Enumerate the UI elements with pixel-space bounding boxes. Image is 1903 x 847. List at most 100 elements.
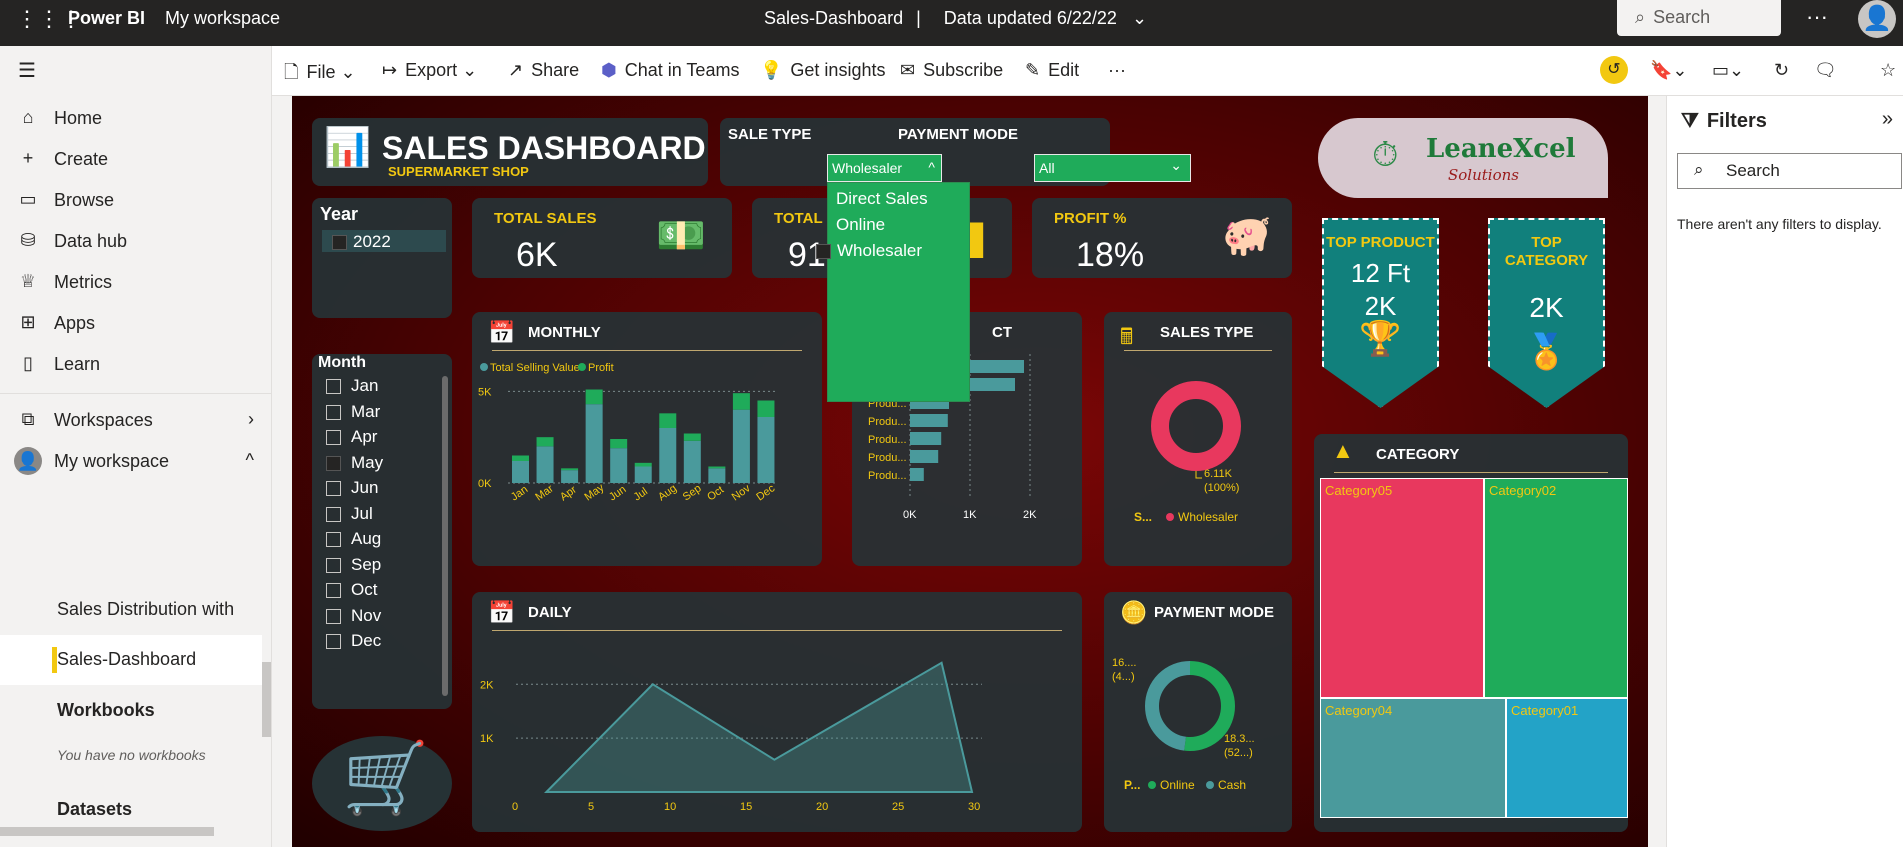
nav-apps[interactable]: ⊞ Apps	[0, 304, 272, 344]
cmd-label: Subscribe	[923, 60, 1004, 80]
workspace-item-sales-distribution[interactable]: Sales Distribution with	[0, 585, 262, 635]
dropdown-value: Wholesaler	[832, 160, 903, 176]
title-underline	[1334, 472, 1608, 473]
checkbox	[326, 404, 341, 420]
month-label: Oct	[351, 580, 378, 599]
sale-type-options-panel: Direct Sales Online Wholesaler	[816, 182, 970, 402]
title-separator: |	[916, 8, 921, 28]
payment-mode-dropdown[interactable]: All ⌄	[1034, 154, 1191, 182]
month-option-mar[interactable]: Mar	[326, 402, 380, 422]
month-label: Jan	[351, 376, 379, 395]
month-option-apr[interactable]: Apr	[326, 427, 377, 447]
apps-icon: ⊞	[20, 312, 36, 332]
bookmark-icon[interactable]: 🔖⌄	[1650, 60, 1688, 81]
nav-data-hub[interactable]: ⛁ Data hub	[0, 222, 272, 262]
file-menu[interactable]: 🗋 File ⌄	[284, 60, 356, 90]
bar	[910, 414, 948, 427]
chat-in-teams-button[interactable]: ⬢ Chat in Teams	[601, 60, 739, 81]
x-tick-label: Apr	[558, 484, 579, 504]
workspace-item-sales-dashboard[interactable]: Sales-Dashboard	[0, 635, 262, 685]
nav-label: Workspaces	[54, 410, 153, 430]
month-option-jan[interactable]: Jan	[326, 376, 378, 396]
nav-metrics[interactable]: ♕ Metrics	[0, 263, 272, 303]
option-online[interactable]: Online	[836, 215, 885, 235]
month-option-jul[interactable]: Jul	[326, 504, 373, 524]
share-button[interactable]: ↗ Share	[508, 60, 579, 81]
get-insights-button[interactable]: 💡 Get insights	[760, 60, 885, 81]
command-bar: 🗋 File ⌄ ↦ Export ⌄ ↗ Share ⬢ Chat in Teams …	[272, 46, 1903, 96]
favorite-icon[interactable]: ☆	[1880, 60, 1896, 81]
month-label: Aug	[351, 529, 382, 548]
sale-type-dropdown[interactable]: Wholesaler ^	[827, 154, 942, 182]
x-tick-label: 20	[816, 801, 828, 813]
y-tick-label: 5K	[478, 386, 492, 398]
filter-icon: ⧩	[1681, 110, 1699, 132]
category-chart-card: ▲ CATEGORY Category05 Category02 Category0…	[1314, 434, 1628, 832]
month-option-sep[interactable]: Sep	[326, 555, 381, 575]
subscribe-button[interactable]: ✉ Subscribe	[900, 60, 1003, 81]
collapse-icon[interactable]: »	[1882, 108, 1893, 131]
brand-label[interactable]: Power BI	[68, 8, 145, 29]
workspace-breadcrumb[interactable]: My workspace	[165, 8, 280, 29]
month-option-oct[interactable]: Oct	[326, 580, 377, 600]
month-option-jun[interactable]: Jun	[326, 478, 378, 498]
x-tick-label: Jun	[607, 483, 628, 503]
item-label: Sales Distribution with	[57, 599, 235, 619]
x-tick-label: 0	[512, 801, 518, 813]
treemap-tile-category05[interactable]: Category05	[1320, 478, 1484, 698]
legend-label: Online	[1160, 778, 1195, 792]
nav-workspaces[interactable]: ⧉ Workspaces ›	[0, 401, 272, 441]
pencil-icon: ✎	[1025, 60, 1041, 80]
sales-type-donut: 6.11K (100%) S... Wholesaler	[1134, 381, 1241, 524]
divider	[0, 393, 272, 394]
datasets-heading: Datasets	[57, 799, 133, 819]
treemap-tile-category04[interactable]: Category04	[1320, 698, 1506, 818]
nav-my-workspace[interactable]: 👤 My workspace ^	[0, 442, 272, 482]
top-bar: ⋮⋮⋮ Power BI My workspace Sales-Dashboar…	[0, 0, 1903, 46]
avatar[interactable]: 👤	[1858, 0, 1896, 38]
export-menu[interactable]: ↦ Export ⌄	[382, 60, 477, 81]
more-commands-button[interactable]: ···	[1108, 60, 1126, 81]
payment-mode-chart-card: 🪙 PAYMENT MODE 16.... (4...) 18.3... (52...…	[1104, 592, 1292, 832]
legend-marker	[480, 363, 488, 371]
export-icon: ↦	[382, 60, 398, 80]
year-option[interactable]: 2022	[322, 230, 446, 252]
month-option-dec[interactable]: Dec	[326, 631, 381, 651]
lightbulb-icon: 💡	[760, 60, 783, 80]
option-direct-sales[interactable]: Direct Sales	[836, 189, 928, 209]
more-options-icon[interactable]: ···	[1806, 4, 1828, 30]
checkbox	[816, 244, 831, 260]
comment-icon[interactable]: 🗨	[1814, 60, 1837, 81]
report-title-area[interactable]: Sales-Dashboard | Data updated 6/22/22 ⌄	[764, 8, 1147, 29]
treemap-tile-category01[interactable]: Category01	[1506, 698, 1628, 818]
month-label: Month	[318, 354, 366, 371]
option-wholesaler[interactable]: Wholesaler	[816, 241, 922, 261]
nav-create[interactable]: + Create	[0, 140, 272, 180]
month-option-nov[interactable]: Nov	[326, 606, 381, 626]
bar	[910, 468, 924, 481]
treemap-tile-category02[interactable]: Category02	[1484, 478, 1628, 698]
slicer-scrollbar[interactable]	[442, 376, 448, 696]
month-option-may[interactable]: May	[326, 453, 383, 473]
hamburger-icon[interactable]: ☰	[18, 58, 36, 83]
x-tick-label: Nov	[730, 482, 753, 503]
cmd-label: Export	[405, 60, 458, 80]
view-icon[interactable]: ▭⌄	[1712, 60, 1744, 81]
x-tick-label: 10	[664, 801, 676, 813]
y-tick-label: 0K	[478, 478, 492, 490]
nav-learn[interactable]: ▯ Learn	[0, 345, 272, 385]
edit-button[interactable]: ✎ Edit	[1025, 60, 1079, 81]
nav-home[interactable]: ⌂ Home	[0, 99, 272, 139]
reset-icon[interactable]: ↺	[1600, 56, 1628, 84]
month-option-aug[interactable]: Aug	[326, 529, 381, 549]
x-tick-label: 25	[892, 801, 904, 813]
search-box[interactable]: ⌕ Search	[1617, 0, 1781, 36]
year-value: 2022	[353, 232, 391, 251]
scrollbar[interactable]	[262, 662, 271, 737]
refresh-icon[interactable]: ↻	[1774, 60, 1789, 81]
checkbox	[326, 455, 341, 471]
horizontal-scrollbar[interactable]	[0, 827, 214, 836]
filters-search-input[interactable]: ⌕ Search	[1677, 153, 1902, 189]
nav-label: Data hub	[54, 231, 128, 251]
nav-browse[interactable]: ▭ Browse	[0, 181, 272, 221]
